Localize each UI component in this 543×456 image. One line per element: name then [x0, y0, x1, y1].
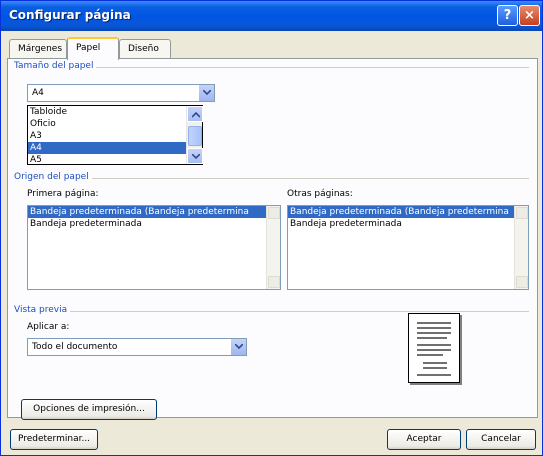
title-bar[interactable]: Configurar página ? × — [1, 1, 542, 31]
scroll-up-button[interactable] — [516, 207, 528, 219]
default-button[interactable]: Predeterminar... — [10, 429, 98, 450]
paper-size-dropdown-button[interactable] — [198, 85, 214, 101]
scrollbar-thumb[interactable] — [188, 126, 202, 146]
first-page-option-selected[interactable]: Bandeja predeterminada (Bandeja predeter… — [28, 206, 266, 218]
paper-size-option[interactable]: A5 — [28, 154, 186, 166]
paper-size-group-label: Tamaño del papel — [14, 61, 97, 71]
preview-text-line — [417, 337, 447, 339]
preview-text-line — [417, 332, 451, 334]
close-button[interactable]: × — [519, 5, 540, 26]
apply-to-value: Todo el documento — [32, 342, 118, 352]
other-pages-label: Otras páginas: — [287, 189, 353, 199]
preview-text-line — [417, 344, 451, 346]
other-pages-option[interactable]: Bandeja predeterminada — [288, 218, 514, 230]
paper-source-group-label: Origen del papel — [14, 172, 92, 182]
first-page-label: Primera página: — [27, 189, 99, 199]
scroll-down-button[interactable] — [516, 276, 528, 288]
first-page-listbox[interactable]: Bandeja predeterminada (Bandeja predeter… — [27, 205, 281, 290]
other-pages-option-selected[interactable]: Bandeja predeterminada (Bandeja predeter… — [288, 206, 514, 218]
preview-group-label: Vista previa — [14, 305, 71, 315]
scroll-up-button[interactable] — [268, 207, 280, 219]
cancel-button[interactable]: Cancelar — [466, 429, 536, 450]
preview-text-line — [417, 322, 451, 324]
preview-text-line — [423, 362, 447, 364]
scroll-up-button[interactable] — [187, 106, 203, 122]
paper-size-value: A4 — [32, 88, 44, 98]
other-pages-scrollbar[interactable] — [514, 206, 528, 289]
paper-size-option-selected[interactable]: A4 — [28, 142, 186, 154]
tab-diseno[interactable]: Diseño — [119, 39, 171, 59]
tab-papel[interactable]: Papel — [67, 37, 119, 60]
paper-size-option[interactable]: Oficio — [28, 118, 186, 130]
preview-text-line — [417, 374, 451, 376]
preview-divider — [14, 311, 529, 312]
scroll-down-button[interactable] — [268, 276, 280, 288]
paper-size-scrollbar[interactable] — [186, 106, 203, 164]
other-pages-listbox[interactable]: Bandeja predeterminada (Bandeja predeter… — [287, 205, 529, 290]
preview-text-line — [423, 367, 447, 369]
help-button[interactable]: ? — [497, 5, 518, 26]
chevron-up-icon — [192, 112, 200, 118]
first-page-scrollbar[interactable] — [266, 206, 280, 289]
window-title: Configurar página — [9, 8, 131, 22]
page-setup-dialog: Configurar página ? × Márgenes Papel Dis… — [0, 0, 543, 456]
close-icon: × — [524, 8, 535, 23]
ok-button[interactable]: Aceptar — [387, 429, 461, 450]
apply-to-dropdown-button[interactable] — [230, 339, 246, 355]
help-icon: ? — [503, 8, 512, 23]
paper-size-combo[interactable]: A4 — [27, 84, 215, 102]
tab-panel-papel: Tamaño del papel A4 Tabloide Oficio A3 A… — [7, 58, 538, 420]
paper-size-option[interactable]: A3 — [28, 130, 186, 142]
preview-text-line — [417, 349, 451, 351]
print-options-button[interactable]: Opciones de impresión... — [21, 399, 157, 420]
paper-size-dropdown-list[interactable]: Tabloide Oficio A3 A4 A5 — [27, 105, 203, 165]
chevron-down-icon — [235, 344, 243, 350]
tab-margenes[interactable]: Márgenes — [9, 39, 67, 59]
scroll-down-button[interactable] — [187, 148, 203, 164]
apply-to-label: Aplicar a: — [27, 322, 70, 332]
preview-text-line — [417, 327, 451, 329]
paper-size-option[interactable]: Tabloide — [28, 106, 186, 118]
preview-text-line — [417, 354, 443, 356]
apply-to-combo[interactable]: Todo el documento — [27, 338, 247, 356]
first-page-option[interactable]: Bandeja predeterminada — [28, 218, 266, 230]
chevron-down-icon — [203, 90, 211, 96]
chevron-down-icon — [192, 154, 200, 160]
page-preview-thumbnail — [408, 313, 460, 383]
